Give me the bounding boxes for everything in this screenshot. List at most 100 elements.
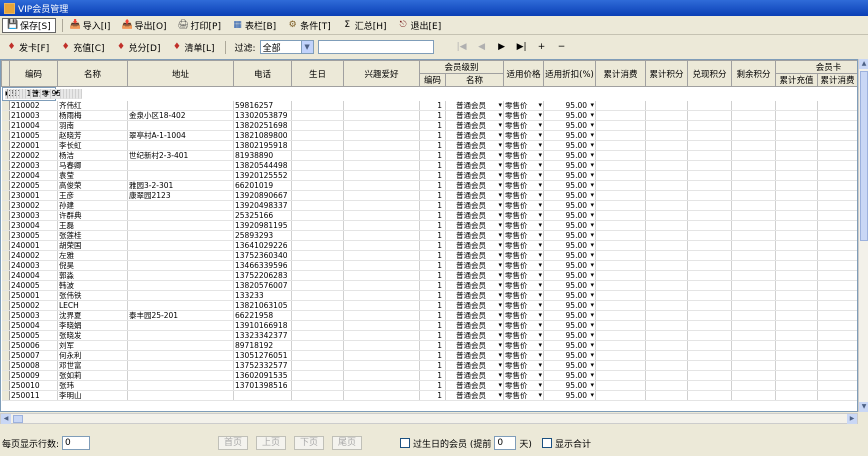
cell-total-points[interactable] — [645, 250, 689, 261]
table-row[interactable]: 230004王磊 13920981195 1普通会员零售价95.00 — [1, 220, 857, 231]
list-button[interactable]: ♦ 清单[L] — [167, 40, 218, 55]
cell-total-recharge[interactable] — [775, 380, 819, 391]
prev-record-button[interactable]: ◀ — [472, 42, 492, 52]
cell-remaining-points[interactable] — [731, 190, 777, 201]
cell-hobby[interactable] — [343, 110, 420, 121]
cell-level-code[interactable]: 1 — [419, 220, 446, 231]
cell-price[interactable]: 零售价 — [503, 370, 545, 381]
cell-birthday[interactable] — [291, 250, 344, 261]
cell-level-name[interactable]: 普通会员 — [445, 101, 505, 111]
exchange-button[interactable]: ♦ 兑分[D] — [112, 40, 165, 55]
cell-card-spend[interactable] — [817, 350, 857, 361]
cell-birthday[interactable] — [291, 190, 344, 201]
cell-discount[interactable]: 95.00 — [543, 340, 597, 351]
cell-hobby[interactable] — [343, 300, 420, 311]
cell-total-recharge[interactable] — [775, 370, 819, 381]
cell-price[interactable]: 零售价 — [503, 180, 545, 191]
cell-redeemed-points[interactable] — [687, 280, 733, 291]
cell-total-spend[interactable] — [595, 240, 647, 251]
cell-total-recharge[interactable] — [775, 101, 819, 111]
cell-hobby[interactable] — [343, 101, 420, 111]
cell-hobby[interactable] — [343, 330, 420, 341]
cell-discount[interactable]: 95.00 — [50, 89, 61, 99]
cell-redeemed-points[interactable] — [687, 240, 733, 251]
cell-total-points[interactable] — [645, 320, 689, 331]
cell-address[interactable] — [127, 320, 234, 331]
cell-birthday[interactable] — [291, 110, 344, 121]
add-record-button[interactable]: + — [532, 42, 552, 52]
cell-name[interactable]: 邓世富 — [57, 360, 128, 371]
cell-level-name[interactable]: 普通会员 — [445, 190, 505, 201]
table-row[interactable]: 220003马春卿 13820544498 1普通会员零售价95.00 — [1, 160, 857, 171]
cell-code[interactable]: 250003 — [9, 310, 58, 321]
cell-card-spend[interactable] — [817, 160, 857, 171]
cell-price[interactable]: 零售价 — [503, 240, 545, 251]
cell-total-points[interactable] — [645, 210, 689, 221]
cell-code[interactable]: 250001 — [9, 290, 58, 301]
table-row[interactable]: ▶210001郭海宾翠亭村B-13-401135020892691普通会员零售价… — [1, 87, 82, 101]
cell-redeemed-points[interactable] — [687, 340, 733, 351]
cell-redeemed-points[interactable] — [687, 130, 733, 141]
cell-code[interactable]: 250007 — [9, 350, 58, 361]
cell-hobby[interactable] — [343, 140, 420, 151]
table-row[interactable]: 250006刘军 89718192 1普通会员零售价95.00 — [1, 340, 857, 351]
cell-total-points[interactable] — [645, 160, 689, 171]
cell-address[interactable] — [127, 370, 234, 381]
cell-hobby[interactable] — [343, 180, 420, 191]
cell-level-code[interactable]: 1 — [419, 350, 446, 361]
cell-card-spend[interactable] — [817, 250, 857, 261]
last-page-button[interactable]: 尾页 — [332, 436, 363, 450]
cell-level-name[interactable]: 普通会员 — [445, 110, 505, 121]
row-indicator[interactable] — [1, 370, 10, 381]
cell-hobby[interactable] — [343, 250, 420, 261]
cell-level-name[interactable]: 普通会员 — [445, 290, 505, 301]
cell-discount[interactable]: 95.00 — [543, 101, 597, 111]
cell-level-name[interactable]: 普通会员 — [445, 380, 505, 391]
cell-level-name[interactable]: 普通会员 — [445, 240, 505, 251]
cell-level-name[interactable]: 普通会员 — [30, 89, 41, 99]
cell-price[interactable]: 零售价 — [503, 380, 545, 391]
cell-phone[interactable]: 13920498337 — [233, 200, 292, 211]
table-row[interactable]: 230005张莲桂 25893293 1普通会员零售价95.00 — [1, 230, 857, 241]
cell-phone[interactable]: 13821063105 — [233, 300, 292, 311]
cell-price[interactable]: 零售价 — [503, 190, 545, 201]
cell-redeemed-points[interactable] — [687, 101, 733, 111]
cell-card-spend[interactable] — [817, 180, 857, 191]
cell-phone[interactable]: 66221958 — [233, 310, 292, 321]
row-indicator[interactable] — [1, 170, 10, 181]
row-indicator[interactable] — [1, 160, 10, 171]
cell-name[interactable]: 李晓娟 — [57, 320, 128, 331]
cell-level-code[interactable]: 1 — [419, 390, 446, 401]
cell-name[interactable]: 胡荣国 — [57, 240, 128, 251]
cell-price[interactable]: 零售价 — [503, 230, 545, 241]
cell-code[interactable]: 220005 — [9, 180, 58, 191]
cell-level-name[interactable]: 普通会员 — [445, 130, 505, 141]
cell-price[interactable]: 零售价 — [503, 280, 545, 291]
cell-total-points[interactable] — [645, 190, 689, 201]
filter-text-input[interactable] — [317, 40, 434, 54]
row-indicator[interactable] — [1, 290, 10, 301]
cell-remaining-points[interactable] — [731, 240, 777, 251]
first-page-button[interactable]: 首页 — [218, 436, 249, 450]
cell-hobby[interactable] — [343, 270, 420, 281]
cell-total-recharge[interactable] — [775, 250, 819, 261]
cell-price[interactable]: 零售价 — [503, 130, 545, 141]
cell-redeemed-points[interactable] — [687, 210, 733, 221]
cell-phone[interactable]: 13802195918 — [233, 140, 292, 151]
cell-redeemed-points[interactable] — [687, 290, 733, 301]
cell-birthday[interactable] — [291, 200, 344, 211]
cell-phone[interactable]: 13323342377 — [233, 330, 292, 341]
cell-address[interactable]: 泰丰园25-201 — [127, 310, 234, 321]
cell-redeemed-points[interactable] — [687, 320, 733, 331]
cell-total-spend[interactable] — [595, 170, 647, 181]
cell-total-spend[interactable] — [595, 370, 647, 381]
table-row[interactable]: 220001李长虹 13802195918 1普通会员零售价95.00 — [1, 140, 857, 151]
cell-level-name[interactable]: 普通会员 — [445, 170, 505, 181]
scroll-down-icon[interactable]: ▼ — [859, 402, 868, 412]
row-indicator[interactable] — [1, 330, 10, 341]
delete-record-button[interactable]: − — [552, 42, 572, 52]
cell-hobby[interactable] — [343, 160, 420, 171]
cell-total-recharge[interactable] — [775, 300, 819, 311]
cell-name[interactable]: LECH — [57, 300, 128, 311]
cell-discount[interactable]: 95.00 — [543, 190, 597, 201]
